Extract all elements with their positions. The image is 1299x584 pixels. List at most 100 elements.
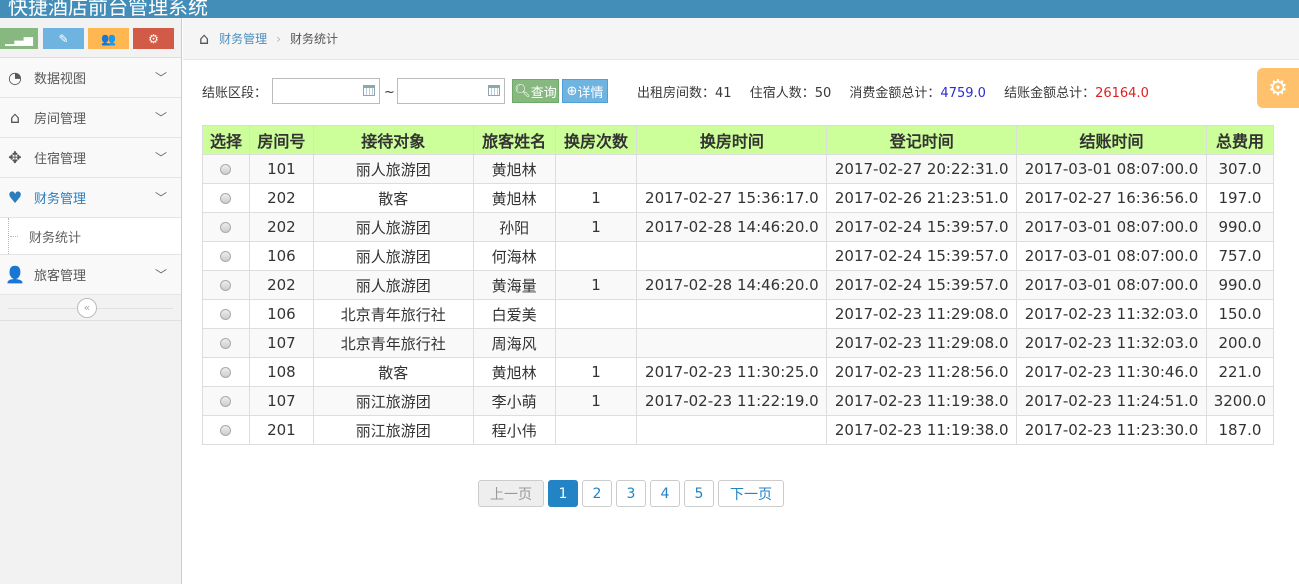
checkout-label: 结账金额总计： [1004, 86, 1096, 101]
double-left-icon[interactable]: « [77, 298, 97, 318]
sidebar-item-guests[interactable]: 👤 旅客管理 ﹀ [0, 255, 181, 295]
select-cell[interactable] [202, 415, 250, 445]
table-cell: 202 [248, 270, 314, 300]
home-icon[interactable]: ⌂ [199, 29, 209, 48]
table-row[interactable]: 107 丽江旅游团 李小萌 1 2017-02-23 11:22:19.0 2017-02… [202, 386, 1275, 416]
heart-icon: ♥ [7, 188, 23, 207]
row-radio[interactable] [220, 251, 232, 262]
select-cell[interactable] [202, 270, 250, 300]
sidebar-item-label: 财务管理 [34, 192, 87, 207]
table-cell: 程小伟 [472, 415, 556, 445]
row-radio[interactable] [220, 222, 232, 233]
table-cell [554, 328, 638, 358]
page-button[interactable]: 5 [684, 480, 714, 507]
table-row[interactable]: 202 丽人旅游团 孙阳 1 2017-02-28 14:46:20.0 2017-02-… [202, 212, 1275, 242]
column-header: 登记时间 [826, 125, 1018, 155]
query-button[interactable]: 🔍︎ 查询 [512, 79, 559, 103]
table-row[interactable]: 107 北京青年旅行社 周海风 2017-02-23 11:29:08.0 2017-0… [202, 328, 1275, 358]
column-header: 总费用 [1205, 125, 1275, 155]
select-cell[interactable] [202, 357, 250, 387]
next-page-button[interactable]: 下一页 [718, 480, 784, 507]
column-header: 换房时间 [636, 125, 828, 155]
sidebar-subitem-label: 财务统计 [29, 230, 82, 246]
table-cell: 2017-03-01 08:07:00.0 [1016, 212, 1207, 242]
page-button[interactable]: 4 [650, 480, 680, 507]
table-cell: 周海风 [472, 328, 556, 358]
table-row[interactable]: 201 丽江旅游团 程小伟 2017-02-23 11:19:38.0 2017-02-… [202, 415, 1275, 445]
table-cell: 108 [248, 357, 314, 387]
table-row[interactable]: 106 丽人旅游团 何海林 2017-02-24 15:39:57.0 2017-03-… [202, 241, 1275, 271]
pencil-icon[interactable]: ✎ [43, 28, 84, 49]
table-cell: 丽江旅游团 [312, 386, 474, 416]
table-cell: 202 [248, 183, 314, 213]
table-row[interactable]: 202 丽人旅游团 黄海量 1 2017-02-28 14:46:20.0 2017-02… [202, 270, 1275, 300]
table-row[interactable]: 202 散客 黄旭林 1 2017-02-27 15:36:17.0 2017-02-26… [202, 183, 1275, 213]
select-cell[interactable] [202, 328, 250, 358]
table-cell: 孙阳 [472, 212, 556, 242]
table-cell: 2017-02-24 15:39:57.0 [826, 270, 1018, 300]
sidebar-item-dashboard[interactable]: ◔ 数据视图 ﹀ [0, 58, 181, 98]
table-cell: 201 [248, 415, 314, 445]
table-cell: 2017-02-23 11:28:56.0 [826, 357, 1018, 387]
page-button[interactable]: 3 [616, 480, 646, 507]
sidebar-item-finance[interactable]: ♥ 财务管理 ﹀ [0, 178, 181, 218]
page-button[interactable]: 1 [548, 480, 578, 507]
query-button-label: 查询 [530, 85, 557, 101]
table-cell: 2017-02-24 15:39:57.0 [826, 212, 1018, 242]
select-cell[interactable] [202, 183, 250, 213]
column-header: 接待对象 [312, 125, 474, 155]
cogs-icon[interactable]: ⚙ [133, 28, 174, 49]
row-radio[interactable] [220, 193, 232, 204]
row-radio[interactable] [220, 280, 232, 291]
signal-icon[interactable]: ▁▃▅ [0, 28, 38, 49]
sidebar-item-label: 数据视图 [34, 72, 87, 87]
guests-value: 50 [814, 86, 832, 101]
chevron-down-icon: ﹀ [154, 151, 167, 165]
table-cell: 2017-03-01 08:07:00.0 [1016, 241, 1207, 271]
table-cell: 2017-02-23 11:29:08.0 [826, 328, 1018, 358]
row-radio[interactable] [220, 425, 232, 436]
table-row[interactable]: 106 北京青年旅行社 白爱美 2017-02-23 11:29:08.0 2017-0… [202, 299, 1275, 329]
breadcrumb-current: 财务统计 [289, 32, 338, 46]
table-cell [636, 154, 828, 184]
row-radio[interactable] [220, 338, 232, 349]
row-radio[interactable] [220, 396, 232, 407]
select-cell[interactable] [202, 386, 250, 416]
table-cell: 3200.0 [1205, 386, 1275, 416]
table-cell: 107 [248, 328, 314, 358]
select-cell[interactable] [202, 299, 250, 329]
sidebar-subitem-finance-stats[interactable]: 财务统计 [0, 218, 181, 255]
end-date-input[interactable] [397, 78, 505, 104]
table-cell [636, 241, 828, 271]
summary-stats: 出租房间数：41 住宿人数：50 消费金额总计：4759.0 结账金额总计：26… [637, 82, 1149, 101]
tree-branch [10, 236, 18, 237]
select-cell[interactable] [202, 241, 250, 271]
select-cell[interactable] [202, 154, 250, 184]
table-row[interactable]: 108 散客 黄旭林 1 2017-02-23 11:30:25.0 2017-02-23… [202, 357, 1275, 387]
sidebar-item-lodging[interactable]: ✥ 住宿管理 ﹀ [0, 138, 181, 178]
move-icon: ✥ [8, 148, 22, 167]
breadcrumb-parent[interactable]: 财务管理 [219, 30, 267, 47]
row-radio[interactable] [220, 164, 232, 175]
table-cell: 丽人旅游团 [312, 154, 474, 184]
users-icon[interactable]: 👥 [88, 28, 129, 49]
row-radio[interactable] [220, 367, 232, 378]
guests-label: 住宿人数： [749, 86, 815, 101]
row-radio[interactable] [220, 309, 232, 320]
start-date-input[interactable] [272, 78, 380, 104]
sidebar-item-rooms[interactable]: ⌂ 房间管理 ﹀ [0, 98, 181, 138]
prev-page-button[interactable]: 上一页 [478, 480, 544, 507]
consume-value: 4759.0 [940, 86, 986, 101]
table-cell: 李小萌 [472, 386, 556, 416]
gear-icon[interactable]: ⚙ [1257, 68, 1299, 108]
table-cell: 散客 [312, 357, 474, 387]
table-cell: 990.0 [1205, 212, 1275, 242]
detail-button[interactable]: ⊕ 详情 [562, 79, 608, 103]
table-cell [636, 299, 828, 329]
select-cell[interactable] [202, 212, 250, 242]
page-button[interactable]: 2 [582, 480, 612, 507]
table-row[interactable]: 101 丽人旅游团 黄旭林 2017-02-27 20:22:31.0 2017-03-… [202, 154, 1275, 184]
zoom-in-icon: ⊕ [566, 83, 578, 99]
table-cell [636, 328, 828, 358]
chevron-down-icon: ﹀ [154, 191, 167, 205]
